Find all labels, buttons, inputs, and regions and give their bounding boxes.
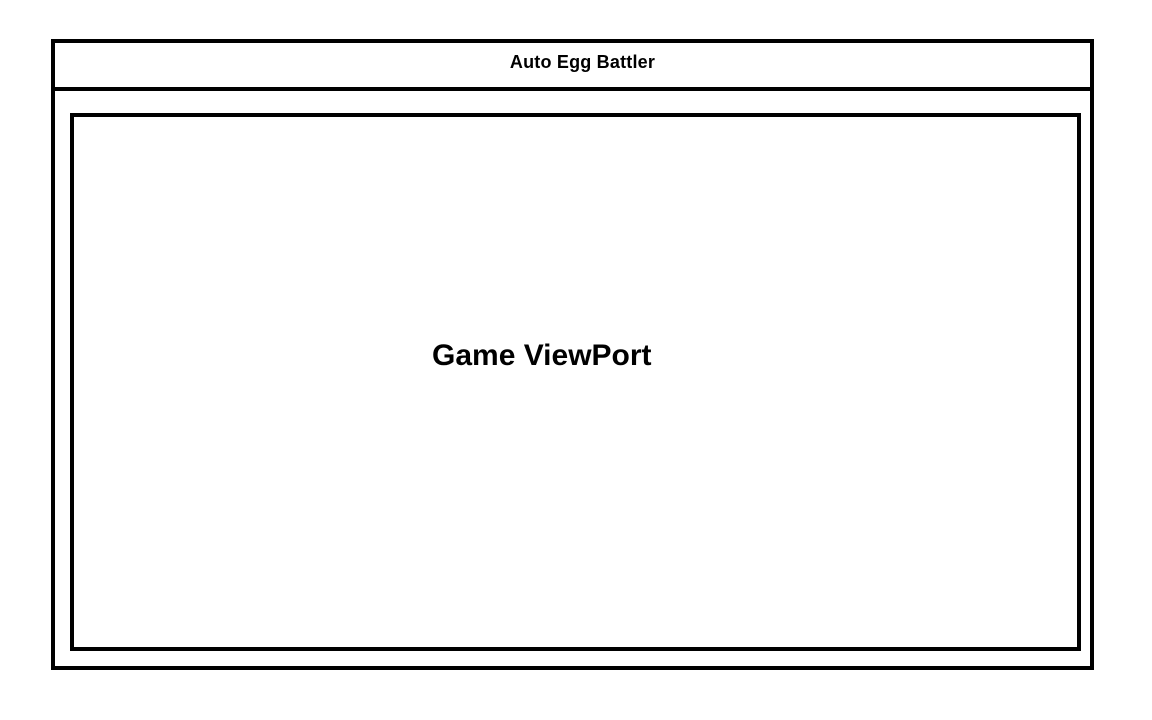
viewport-label: Game ViewPort: [432, 339, 652, 372]
game-viewport[interactable]: Game ViewPort: [70, 113, 1081, 651]
app-window: Auto Egg Battler Game ViewPort: [51, 39, 1094, 670]
window-title: Auto Egg Battler: [509, 52, 656, 72]
title-bar: Auto Egg Battler: [55, 43, 1090, 91]
